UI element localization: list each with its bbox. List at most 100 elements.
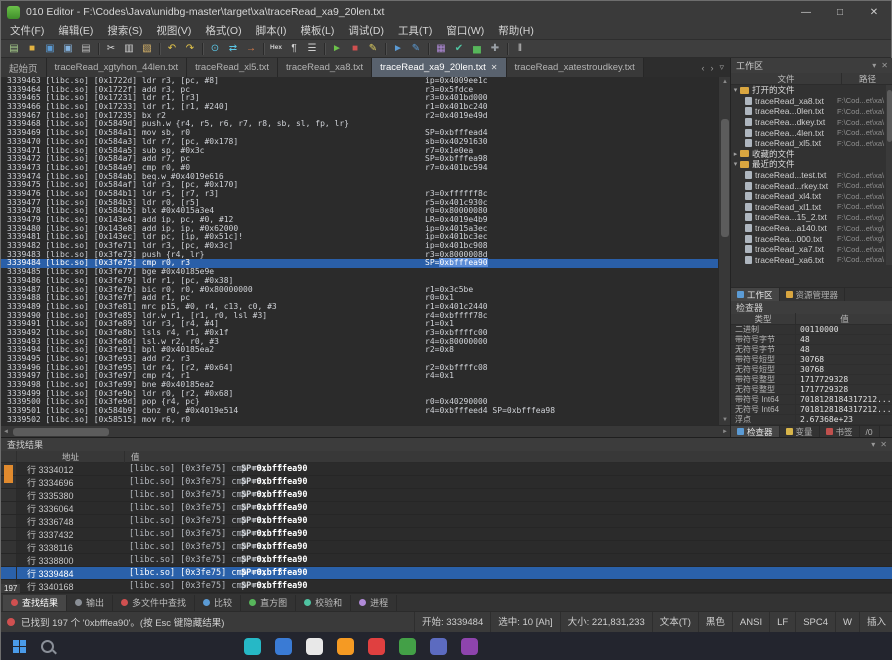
toolbar-paste-button[interactable]: ▧ — [138, 41, 156, 57]
panel-close-icon[interactable]: ✕ — [880, 440, 887, 449]
tab-explorer[interactable]: 资源管理器 — [780, 288, 846, 301]
menu-debug[interactable]: 调试(D) — [341, 23, 391, 40]
toolbar-find-button[interactable]: ⊙ — [206, 41, 224, 57]
panel-tab-find-results[interactable]: 查找结果 — [3, 594, 68, 611]
find-result-row[interactable]: 行 3340168 [libc.so] [0x3fe75] cmp r0, r3 S… — [1, 580, 892, 593]
tree-file[interactable]: traceRead_xa6.txt F:\Cod...et\xa\ — [731, 255, 887, 266]
menu-scripts[interactable]: 脚本(I) — [249, 23, 294, 40]
toolbar-run-template-button[interactable]: ► — [389, 41, 407, 57]
toolbar-undo-button[interactable]: ↶ — [163, 41, 181, 57]
status-insert-mode[interactable]: 插入 — [858, 611, 892, 633]
tree-file[interactable]: traceRea...4len.txt F:\Cod...et\xa\ — [731, 127, 887, 138]
tree-file[interactable]: traceRead...test.txt F:\Cod...et\xa\ — [731, 170, 887, 181]
tab-traceread-xl5[interactable]: traceRead_xl5.txt — [187, 58, 279, 77]
tab-traceread-xgtyhon-44len[interactable]: traceRead_xgtyhon_44len.txt — [46, 58, 188, 77]
tree-file[interactable]: traceRead_xl4.txt F:\Cod...et\xa\ — [731, 191, 887, 202]
taskbar-search-icon[interactable] — [41, 640, 54, 653]
toolbar-edit-script-button[interactable]: ✎ — [364, 41, 382, 57]
toolbar-goto-line-button[interactable]: → — [242, 41, 260, 57]
editor[interactable]: 3339463 [libc.so] [0x1722d] ldr r3, [pc,… — [1, 77, 718, 425]
panel-close-icon[interactable]: ✕ — [881, 61, 888, 70]
tab-bookmarks[interactable]: 书签 — [820, 426, 860, 437]
find-result-row[interactable]: 行 3338116 [libc.so] [0x3fe75] cmp r0, r3 S… — [1, 541, 892, 554]
minimize-button[interactable]: — — [789, 1, 823, 23]
find-result-row[interactable]: 行 3334012 [libc.so] [0x3fe75] cmp r0, r3 S… — [1, 463, 892, 476]
find-result-row[interactable]: 行 3336064 [libc.so] [0x3fe75] cmp r0, r3 S… — [1, 502, 892, 515]
find-result-row[interactable]: 行 3337432 [libc.so] [0x3fe75] cmp r0, r3 S… — [1, 528, 892, 541]
status-encoding[interactable]: ANSI — [731, 611, 769, 633]
tree-file[interactable]: traceRea...000.txt F:\Cod...et\xg\ — [731, 233, 887, 244]
tree-scrollbar[interactable] — [886, 85, 892, 265]
menu-format[interactable]: 格式(O) — [198, 23, 248, 40]
panel-collapse-icon[interactable]: ▾ — [872, 61, 876, 70]
toolbar-save-button[interactable]: ▣ — [41, 41, 59, 57]
tree-file[interactable]: traceRead_xl1.txt F:\Cod...et\xa\ — [731, 202, 887, 213]
panel-collapse-icon[interactable]: ▾ — [871, 440, 875, 449]
tab-scroll-right-icon[interactable]: › — [710, 63, 713, 73]
menu-edit[interactable]: 编辑(E) — [51, 23, 100, 40]
column-header-file[interactable]: 文件 — [731, 73, 841, 85]
tab-list-icon[interactable]: ▿ — [719, 62, 724, 73]
vertical-scrollbar-thumb[interactable] — [721, 119, 729, 237]
tab-inspector[interactable]: 检查器 — [731, 426, 780, 437]
column-header-path[interactable]: 路径 — [841, 72, 892, 85]
toolbar-stop-script-button[interactable]: ■ — [346, 41, 364, 57]
column-header-value[interactable]: 值 — [125, 451, 892, 463]
tab-overflow[interactable]: /0 — [860, 426, 880, 437]
tab-start-page[interactable]: 起始页 — [1, 58, 47, 77]
column-header-value[interactable]: 值 — [795, 313, 892, 325]
toolbar-open-file-button[interactable]: ■ — [23, 41, 41, 57]
toolbar-pause-button[interactable]: ‖ — [511, 41, 529, 57]
taskbar-app-icon-2[interactable] — [275, 638, 292, 655]
taskbar-app-icon-1[interactable] — [244, 638, 261, 655]
tab-workspace[interactable]: 工作区 — [731, 288, 780, 301]
panel-tab-output[interactable]: 输出 — [67, 594, 114, 611]
tree-file[interactable]: traceRea...a140.txt F:\Cod...et\xg\ — [731, 223, 887, 234]
status-theme[interactable]: 黑色 — [697, 611, 732, 633]
panel-tab-compare[interactable]: 比较 — [195, 594, 242, 611]
toolbar-calculator-button[interactable]: ▦ — [432, 41, 450, 57]
tab-traceread-xa9-20len[interactable]: traceRead_xa9_20len.txt ✕ — [372, 58, 507, 77]
find-result-row[interactable]: 行 3336748 [libc.so] [0x3fe75] cmp r0, r3 S… — [1, 515, 892, 528]
toolbar-hex-mode-button[interactable]: Hex — [267, 41, 285, 57]
tab-scroll-left-icon[interactable]: ‹ — [701, 63, 704, 73]
panel-tab-histogram[interactable]: 直方图 — [241, 594, 297, 611]
menu-view[interactable]: 视图(V) — [149, 23, 198, 40]
column-header-type[interactable]: 类型 — [731, 313, 795, 325]
tree-file[interactable]: traceRead...rkey.txt F:\Cod...et\xa\ — [731, 180, 887, 191]
toolbar-paragraph-marks-button[interactable]: ¶ — [285, 41, 303, 57]
editor-vertical-scrollbar[interactable]: ▲ ▼ — [718, 77, 730, 425]
maximize-button[interactable]: □ — [823, 1, 857, 23]
tree-section-open-files[interactable]: ▾ 打开的文件 — [731, 85, 887, 96]
horizontal-scrollbar-thumb[interactable] — [13, 428, 109, 436]
taskbar-app-icon-7[interactable] — [430, 638, 447, 655]
tab-close-icon[interactable]: ✕ — [491, 63, 498, 72]
toolbar-save-all-button[interactable]: ▣ — [59, 41, 77, 57]
toolbar-edit-template-button[interactable]: ✎ — [407, 41, 425, 57]
menu-file[interactable]: 文件(F) — [3, 23, 51, 40]
status-edit-mode[interactable]: 文本(T) — [651, 611, 698, 633]
toolbar-redo-button[interactable]: ↷ — [181, 41, 199, 57]
start-button[interactable] — [13, 639, 27, 654]
close-button[interactable]: ✕ — [857, 1, 891, 23]
menu-window[interactable]: 窗口(W) — [439, 23, 491, 40]
taskbar-app-icon-3[interactable] — [306, 638, 323, 655]
menu-templates[interactable]: 模板(L) — [294, 23, 342, 40]
status-tab-size[interactable]: SPC4 — [795, 611, 835, 633]
menu-search[interactable]: 搜索(S) — [100, 23, 149, 40]
editor-horizontal-scrollbar[interactable]: ◄ ► — [1, 425, 730, 437]
tree-file[interactable]: traceRead_xa7.txt F:\Cod...et\xa\ — [731, 244, 887, 255]
tree-file[interactable]: traceRead_xl5.txt F:\Cod...et\xa\ — [731, 138, 887, 149]
toolbar-tools-button[interactable]: ✚ — [486, 41, 504, 57]
tree-section-favorite-files[interactable]: ▸ 收藏的文件 — [731, 149, 887, 160]
taskbar-app-icon-6[interactable] — [399, 638, 416, 655]
panel-tab-checksum[interactable]: 校验和 — [296, 594, 352, 611]
tree-section-recent-files[interactable]: ▾ 最近的文件 — [731, 159, 887, 170]
inspector-row[interactable]: 浮点 2.67368e+23 — [731, 415, 892, 425]
taskbar-app-icon-5[interactable] — [368, 638, 385, 655]
tree-file[interactable]: traceRea...15_2.txt F:\Cod...et\xg\ — [731, 212, 887, 223]
tab-traceread-xatestroudkey[interactable]: traceRead_xatestroudkey.txt — [506, 58, 644, 77]
taskbar-app-icon-8[interactable] — [461, 638, 478, 655]
toolbar-copy-button[interactable]: ▥ — [120, 41, 138, 57]
toolbar-replace-button[interactable]: ⇄ — [224, 41, 242, 57]
